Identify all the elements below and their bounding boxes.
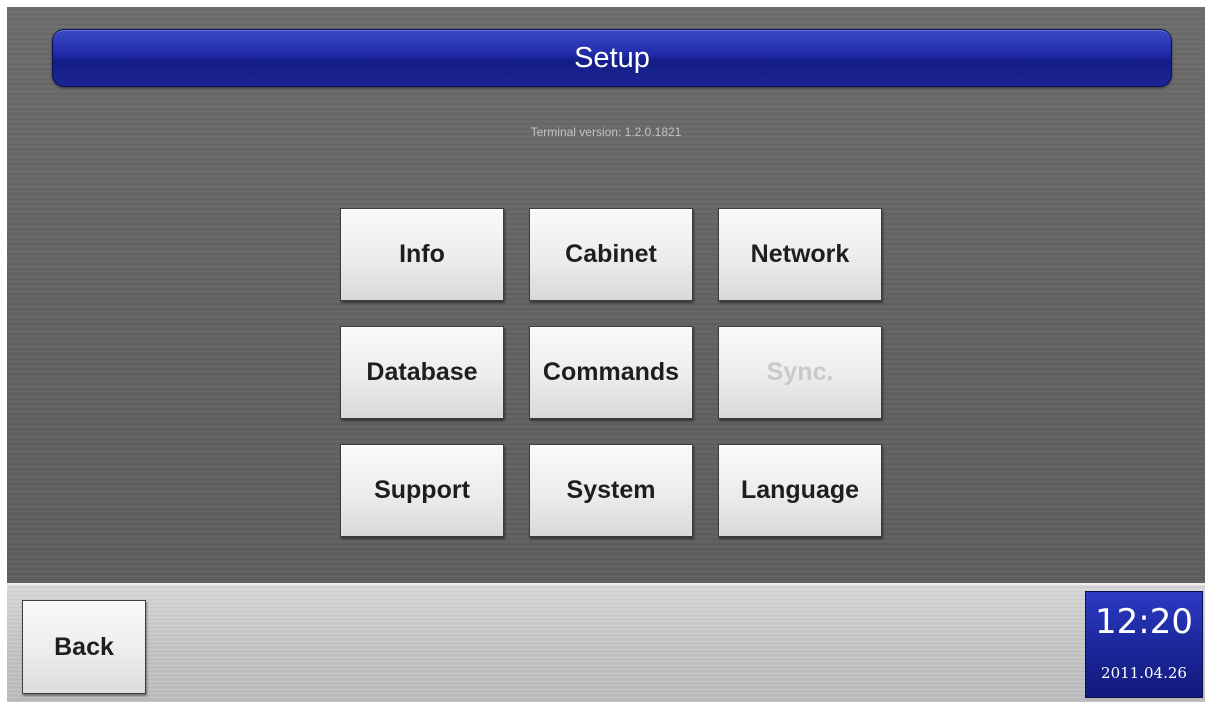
clock-date: 2011.04.26	[1101, 664, 1187, 682]
sync-button: Sync.	[718, 326, 882, 419]
network-button[interactable]: Network	[718, 208, 882, 301]
support-button[interactable]: Support	[340, 444, 504, 537]
terminal-version-label: Terminal version: 1.2.0.1821	[530, 125, 682, 139]
language-button[interactable]: Language	[718, 444, 882, 537]
commands-button[interactable]: Commands	[529, 326, 693, 419]
bottom-bar: Back 12:20 2011.04.26	[7, 583, 1205, 702]
setup-screen: Setup Terminal version: 1.2.0.1821 Info …	[7, 7, 1205, 702]
cabinet-button[interactable]: Cabinet	[529, 208, 693, 301]
database-button[interactable]: Database	[340, 326, 504, 419]
page-title: Setup	[574, 41, 650, 74]
info-button[interactable]: Info	[340, 208, 504, 301]
clock-panel: 12:20 2011.04.26	[1085, 591, 1203, 698]
clock-time: 12:20	[1095, 602, 1193, 642]
title-bar: Setup	[52, 29, 1172, 87]
system-button[interactable]: System	[529, 444, 693, 537]
back-button[interactable]: Back	[22, 600, 146, 694]
